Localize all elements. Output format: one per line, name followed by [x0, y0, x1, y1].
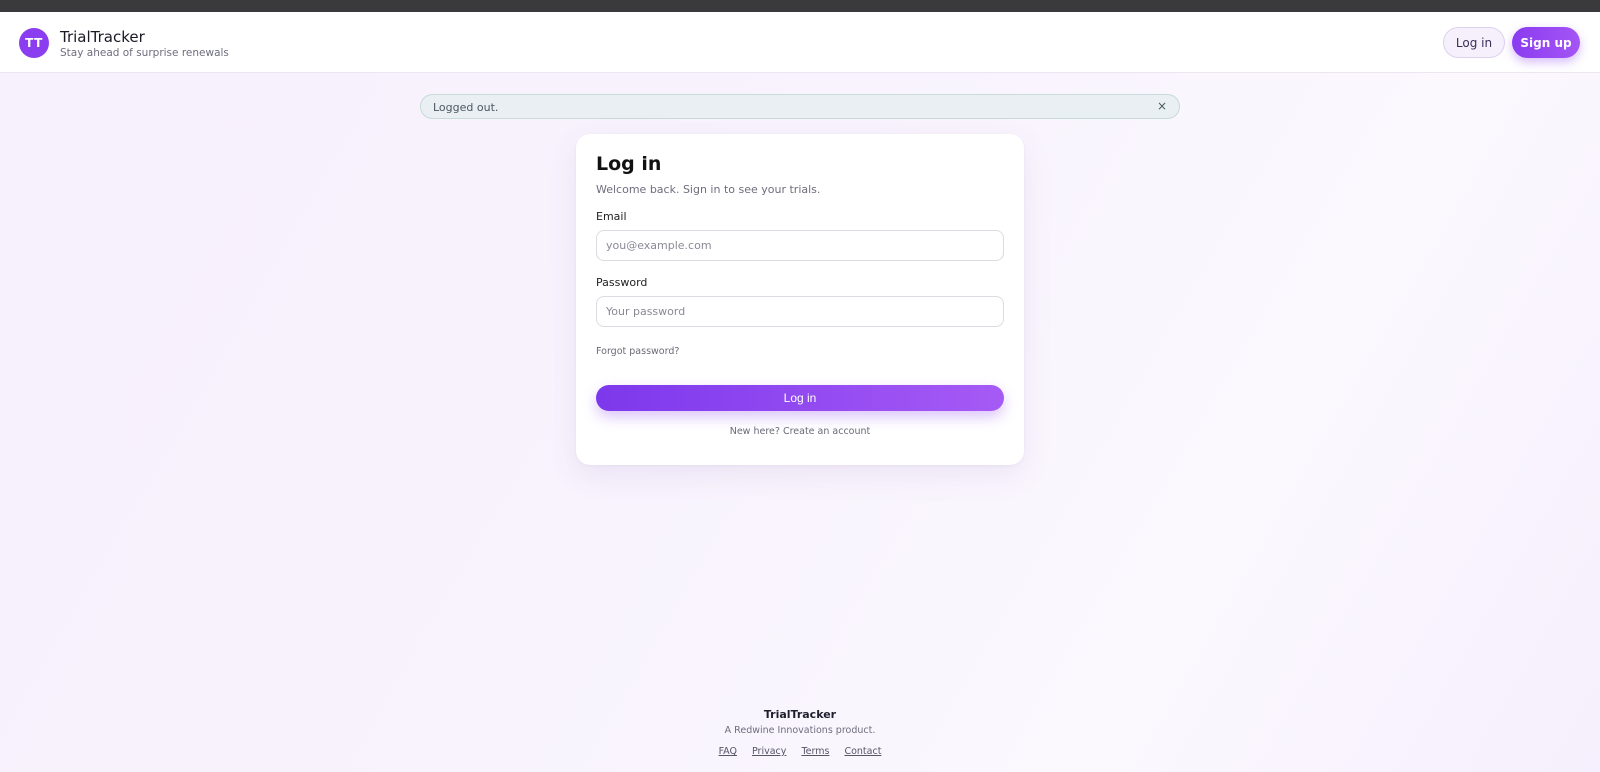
brand-tagline: Stay ahead of surprise renewals: [60, 47, 229, 59]
footer-link-terms[interactable]: Terms: [801, 746, 829, 757]
footer-links: FAQ Privacy Terms Contact: [0, 746, 1600, 758]
header-signup-button[interactable]: Sign up: [1512, 27, 1580, 58]
email-label: Email: [596, 210, 627, 223]
header-login-button[interactable]: Log in: [1443, 27, 1505, 58]
footer-tagline: A Redwine Innovations product.: [724, 725, 876, 736]
email-input[interactable]: [596, 230, 1004, 261]
footer-link-privacy[interactable]: Privacy: [752, 746, 786, 757]
forgot-password-link[interactable]: Forgot password?: [596, 346, 679, 357]
footer-link-contact[interactable]: Contact: [844, 746, 881, 757]
site-footer: TrialTracker A Redwine Innovations produ…: [0, 708, 1600, 758]
brand-name[interactable]: TrialTracker: [60, 28, 145, 46]
login-card: Log in Welcome back. Sign in to see your…: [576, 134, 1024, 465]
password-input[interactable]: [596, 296, 1004, 327]
footer-brand: TrialTracker: [763, 708, 837, 721]
flash-message: Logged out. ×: [420, 94, 1180, 119]
login-subtitle: Welcome back. Sign in to see your trials…: [596, 183, 821, 196]
password-label: Password: [596, 276, 648, 289]
brand-logo[interactable]: TT: [19, 28, 49, 58]
footer-link-faq[interactable]: FAQ: [719, 746, 737, 757]
login-submit-button[interactable]: Log in: [596, 385, 1004, 411]
close-icon[interactable]: ×: [1157, 99, 1167, 113]
create-account-link[interactable]: New here? Create an account: [730, 426, 871, 437]
site-header: TT TrialTracker Stay ahead of surprise r…: [0, 12, 1600, 73]
signup-prompt: New here? Create an account: [576, 426, 1024, 437]
flash-text: Logged out.: [433, 101, 499, 114]
login-title: Log in: [596, 153, 662, 175]
browser-tab-strip: [0, 0, 1600, 12]
